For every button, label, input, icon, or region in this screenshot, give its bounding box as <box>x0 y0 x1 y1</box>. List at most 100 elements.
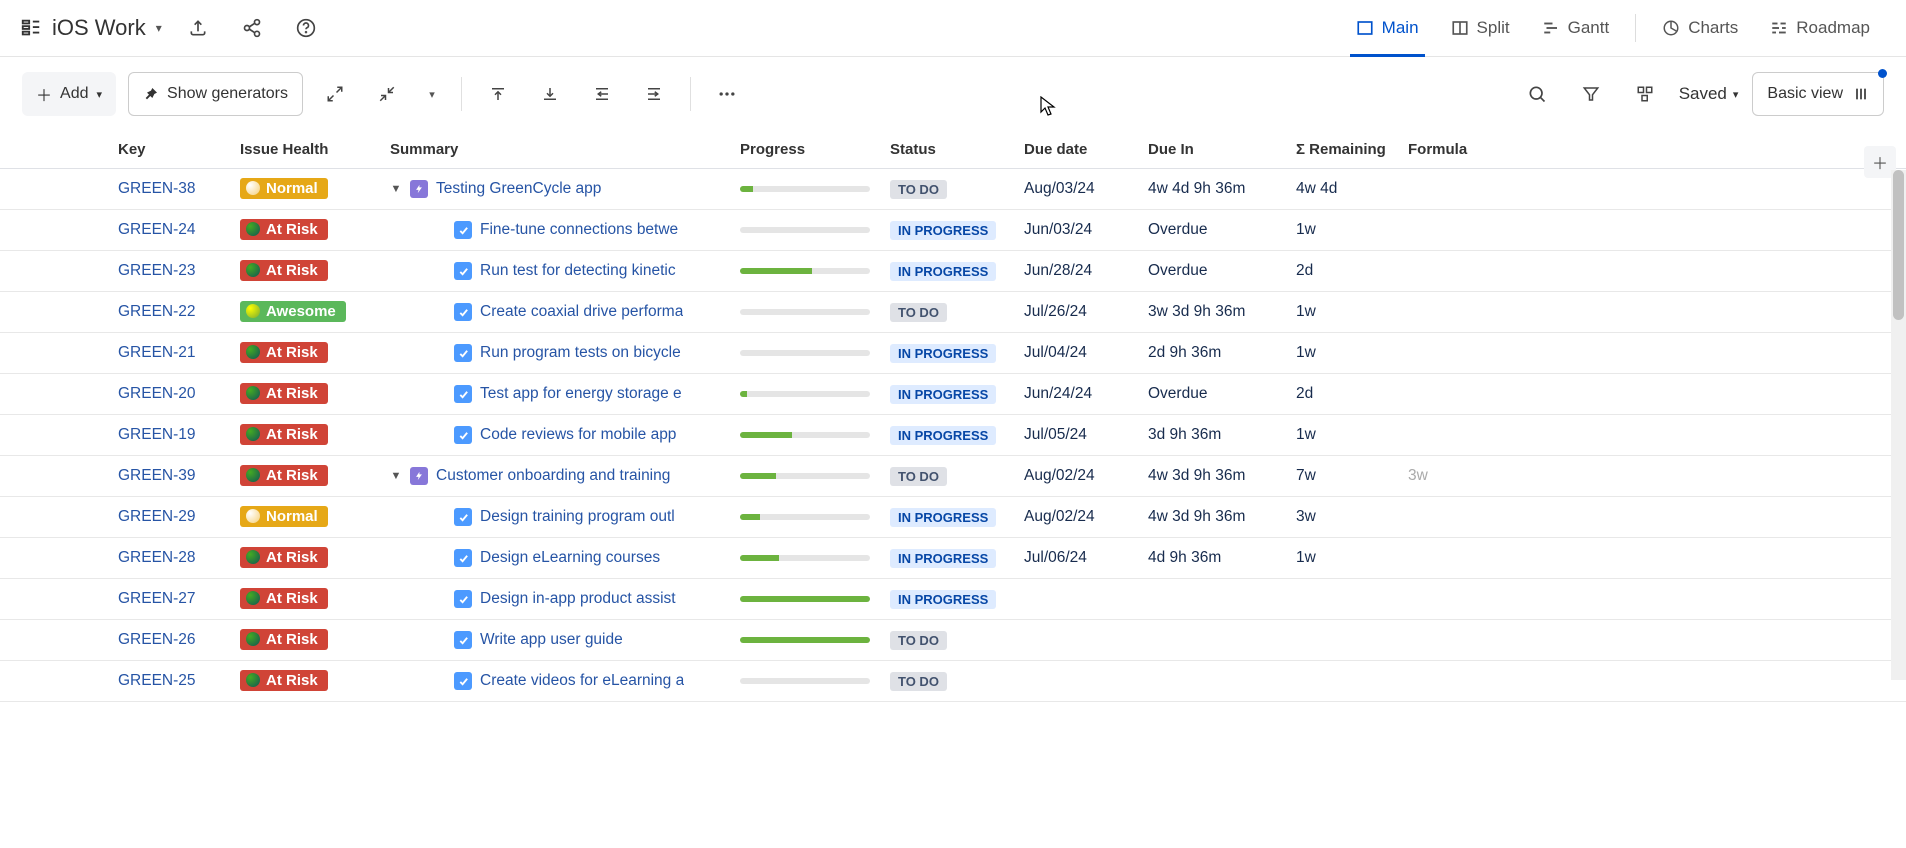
summary-text[interactable]: Create coaxial drive performa <box>480 303 683 321</box>
show-generators-button[interactable]: Show generators <box>128 72 303 116</box>
table-row[interactable]: GREEN-23At Risk▼Run test for detecting k… <box>0 251 1906 292</box>
summary-text[interactable]: Run program tests on bicycle <box>480 344 681 362</box>
issue-key[interactable]: GREEN-28 <box>30 549 240 567</box>
move-down-button[interactable] <box>530 74 570 114</box>
scrollbar-thumb[interactable] <box>1893 170 1904 320</box>
issue-summary[interactable]: ▼Test app for energy storage e <box>390 385 740 403</box>
col-formula[interactable]: Formula <box>1408 141 1528 158</box>
summary-text[interactable]: Design in-app product assist <box>480 590 676 608</box>
table-row[interactable]: GREEN-39At Risk▼Customer onboarding and … <box>0 456 1906 497</box>
expand-all-button[interactable] <box>315 74 355 114</box>
issue-summary[interactable]: ▼Run test for detecting kinetic <box>390 262 740 280</box>
summary-text[interactable]: Testing GreenCycle app <box>436 180 601 198</box>
col-key[interactable]: Key <box>30 141 240 158</box>
share-button[interactable] <box>180 10 216 46</box>
issue-summary[interactable]: ▼Create videos for eLearning a <box>390 672 740 690</box>
tab-main[interactable]: Main <box>1340 0 1435 57</box>
col-remain[interactable]: Σ Remaining <box>1296 141 1408 158</box>
issue-key[interactable]: GREEN-39 <box>30 467 240 485</box>
summary-text[interactable]: Design training program outl <box>480 508 675 526</box>
issue-key[interactable]: GREEN-21 <box>30 344 240 362</box>
summary-text[interactable]: Fine-tune connections betwe <box>480 221 678 239</box>
table-row[interactable]: GREEN-19At Risk▼Code reviews for mobile … <box>0 415 1906 456</box>
scrollbar-vertical[interactable] <box>1891 170 1906 680</box>
col-health[interactable]: Issue Health <box>240 141 390 158</box>
issue-key[interactable]: GREEN-25 <box>30 672 240 690</box>
issue-summary[interactable]: ▼ Customer onboarding and training <box>390 467 740 485</box>
issue-summary[interactable]: ▼Design eLearning courses <box>390 549 740 567</box>
col-summary[interactable]: Summary <box>390 141 740 158</box>
table-row[interactable]: GREEN-22Awesome▼Create coaxial drive per… <box>0 292 1906 333</box>
more-button[interactable] <box>707 74 747 114</box>
help-button[interactable] <box>288 10 324 46</box>
expand-dropdown[interactable]: ▾ <box>419 74 445 114</box>
summary-text[interactable]: Write app user guide <box>480 631 623 649</box>
status-cell[interactable]: TO DO <box>890 303 1024 322</box>
move-up-button[interactable] <box>478 74 518 114</box>
table-row[interactable]: GREEN-21At Risk▼Run program tests on bic… <box>0 333 1906 374</box>
table-row[interactable]: GREEN-27At Risk▼Design in-app product as… <box>0 579 1906 620</box>
col-due[interactable]: Due date <box>1024 141 1148 158</box>
basic-view-button[interactable]: Basic view <box>1752 72 1884 116</box>
table-row[interactable]: GREEN-28At Risk▼Design eLearning courses… <box>0 538 1906 579</box>
add-button[interactable]: ＋ Add ▾ <box>22 72 116 116</box>
issue-summary[interactable]: ▼Code reviews for mobile app <box>390 426 740 444</box>
link-share-button[interactable] <box>234 10 270 46</box>
status-cell[interactable]: IN PROGRESS <box>890 508 1024 527</box>
summary-text[interactable]: Design eLearning courses <box>480 549 660 567</box>
col-progress[interactable]: Progress <box>740 141 890 158</box>
table-row[interactable]: GREEN-38Normal▼Testing GreenCycle appTO … <box>0 169 1906 210</box>
status-cell[interactable]: IN PROGRESS <box>890 549 1024 568</box>
table-row[interactable]: GREEN-25At Risk▼Create videos for eLearn… <box>0 661 1906 702</box>
issue-key[interactable]: GREEN-23 <box>30 262 240 280</box>
status-cell[interactable]: IN PROGRESS <box>890 426 1024 445</box>
table-row[interactable]: GREEN-29Normal▼Design training program o… <box>0 497 1906 538</box>
issue-key[interactable]: GREEN-26 <box>30 631 240 649</box>
filter-button[interactable] <box>1571 74 1611 114</box>
issue-summary[interactable]: ▼Write app user guide <box>390 631 740 649</box>
issue-summary[interactable]: ▼Run program tests on bicycle <box>390 344 740 362</box>
saved-dropdown[interactable]: Saved ▾ <box>1679 84 1739 104</box>
status-cell[interactable]: TO DO <box>890 467 1024 486</box>
issue-summary[interactable]: ▼Design training program outl <box>390 508 740 526</box>
project-title[interactable]: iOS Work ▾ <box>20 15 162 41</box>
status-cell[interactable]: TO DO <box>890 180 1024 199</box>
table-row[interactable]: GREEN-24At Risk▼Fine-tune connections be… <box>0 210 1906 251</box>
summary-text[interactable]: Customer onboarding and training <box>436 467 670 485</box>
issue-summary[interactable]: ▼Design in-app product assist <box>390 590 740 608</box>
group-button[interactable] <box>1625 74 1665 114</box>
tab-roadmap[interactable]: Roadmap <box>1754 0 1886 57</box>
tab-split[interactable]: Split <box>1435 0 1526 57</box>
expand-toggle[interactable]: ▼ <box>390 470 402 482</box>
issue-summary[interactable]: ▼ Testing GreenCycle app <box>390 180 740 198</box>
issue-key[interactable]: GREEN-38 <box>30 180 240 198</box>
issue-key[interactable]: GREEN-29 <box>30 508 240 526</box>
table-row[interactable]: GREEN-26At Risk▼Write app user guideTO D… <box>0 620 1906 661</box>
issue-key[interactable]: GREEN-19 <box>30 426 240 444</box>
issue-key[interactable]: GREEN-24 <box>30 221 240 239</box>
issue-key[interactable]: GREEN-22 <box>30 303 240 321</box>
collapse-all-button[interactable] <box>367 74 407 114</box>
issue-summary[interactable]: ▼Create coaxial drive performa <box>390 303 740 321</box>
summary-text[interactable]: Test app for energy storage e <box>480 385 682 403</box>
outdent-button[interactable] <box>582 74 622 114</box>
summary-text[interactable]: Run test for detecting kinetic <box>480 262 676 280</box>
expand-toggle[interactable]: ▼ <box>390 183 402 195</box>
tab-charts[interactable]: Charts <box>1646 0 1754 57</box>
issue-summary[interactable]: ▼Fine-tune connections betwe <box>390 221 740 239</box>
table-row[interactable]: GREEN-20At Risk▼Test app for energy stor… <box>0 374 1906 415</box>
col-status[interactable]: Status <box>890 141 1024 158</box>
status-cell[interactable]: TO DO <box>890 672 1024 691</box>
summary-text[interactable]: Code reviews for mobile app <box>480 426 676 444</box>
tab-gantt[interactable]: Gantt <box>1526 0 1626 57</box>
status-cell[interactable]: TO DO <box>890 631 1024 650</box>
status-cell[interactable]: IN PROGRESS <box>890 590 1024 609</box>
indent-button[interactable] <box>634 74 674 114</box>
issue-key[interactable]: GREEN-20 <box>30 385 240 403</box>
status-cell[interactable]: IN PROGRESS <box>890 344 1024 363</box>
summary-text[interactable]: Create videos for eLearning a <box>480 672 684 690</box>
status-cell[interactable]: IN PROGRESS <box>890 262 1024 281</box>
issue-key[interactable]: GREEN-27 <box>30 590 240 608</box>
status-cell[interactable]: IN PROGRESS <box>890 385 1024 404</box>
search-button[interactable] <box>1517 74 1557 114</box>
